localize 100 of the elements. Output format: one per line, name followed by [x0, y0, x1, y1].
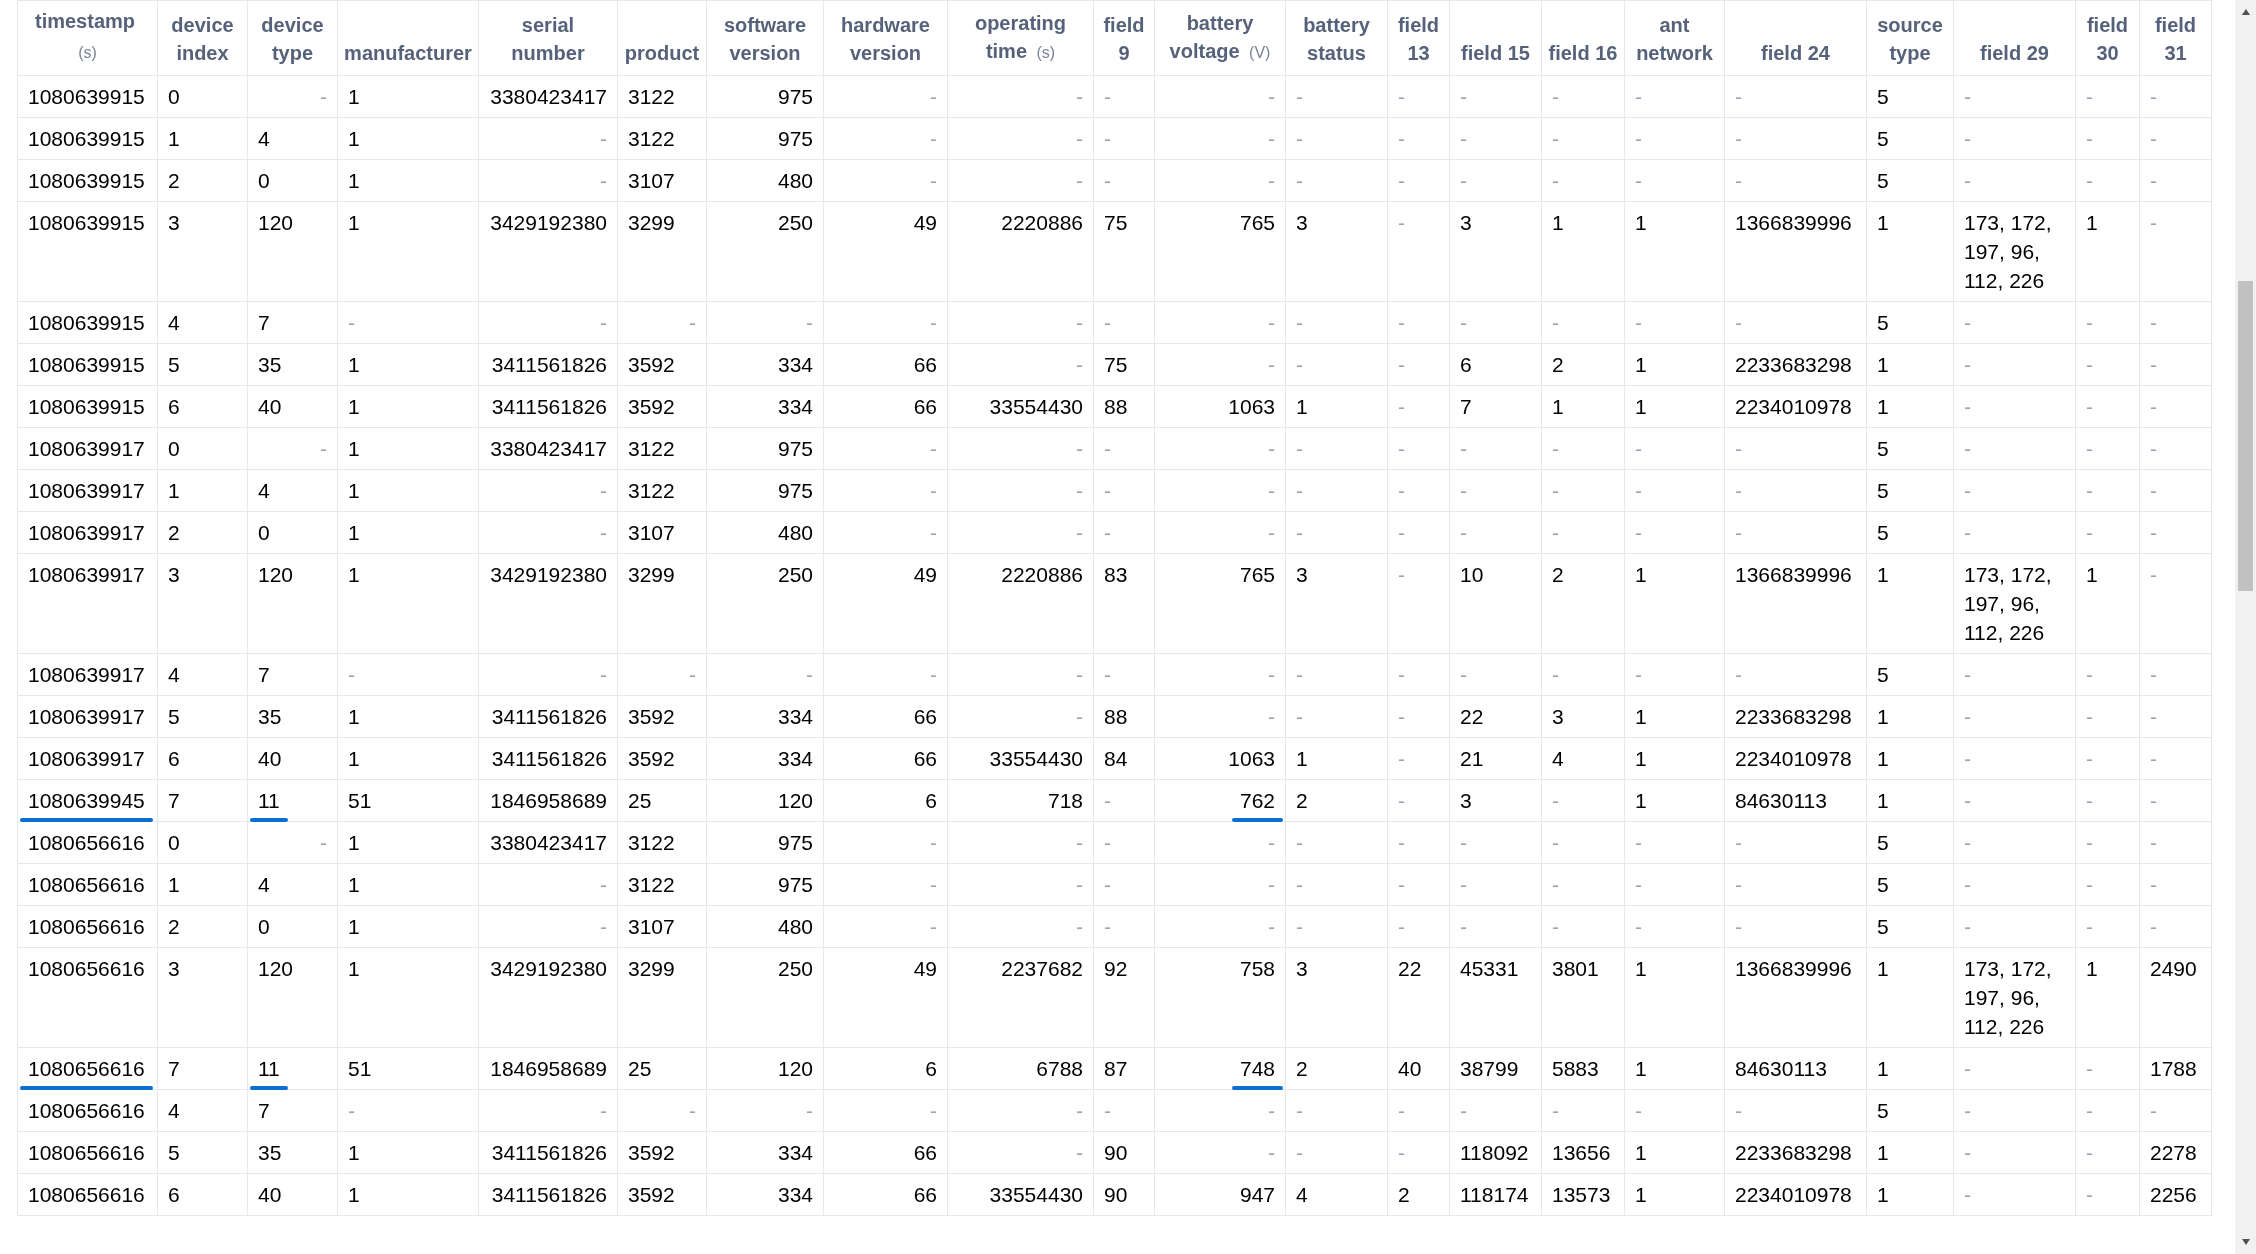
table-cell: 88	[1104, 395, 1128, 418]
table-cell: -	[1552, 127, 1559, 150]
table-cell: -	[2150, 437, 2157, 460]
table-cell: 1	[2086, 957, 2098, 980]
table-cell: -	[930, 663, 937, 686]
table-cell: 975	[777, 831, 813, 854]
table-cell: -	[2086, 169, 2093, 192]
table-cell: -	[1460, 521, 1467, 544]
table-cell: 975	[777, 437, 813, 460]
table-cell: -	[1964, 395, 1971, 418]
table-cell: -	[930, 521, 937, 544]
table-cell: 120	[777, 1057, 813, 1080]
table-cell: 250	[777, 957, 813, 980]
table-cell: -	[1552, 85, 1559, 108]
table-cell: 0	[258, 521, 270, 544]
table-cell: -	[1635, 663, 1642, 686]
table-cell: -	[1296, 521, 1303, 544]
table-cell: -	[1398, 831, 1405, 854]
table-cell: 3122	[628, 127, 675, 150]
table-cell: 6	[168, 395, 180, 418]
table-cell: 38799	[1460, 1057, 1519, 1080]
table-cell: 5	[1877, 915, 1889, 938]
table-cell: 173, 172, 197, 96, 112, 226	[1964, 211, 2052, 292]
table-cell: 1063	[1228, 747, 1275, 770]
table-cell: 3429192380	[490, 211, 607, 234]
table-cell: -	[2150, 169, 2157, 192]
table-cell: -	[2086, 479, 2093, 502]
table-cell: 120	[777, 789, 813, 812]
table-cell: -	[1296, 437, 1303, 460]
table-cell: 0	[168, 85, 180, 108]
table-cell: -	[1398, 211, 1405, 234]
table-cell: 1	[348, 395, 360, 418]
table-cell: -	[1964, 437, 1971, 460]
table-cell: 5	[1877, 1099, 1889, 1122]
table-cell: -	[1964, 1099, 1971, 1122]
table-cell: -	[320, 85, 327, 108]
table-cell: 1366839996	[1735, 211, 1852, 234]
table-cell: -	[1964, 311, 1971, 334]
table-cell: -	[1076, 873, 1083, 896]
table-cell: 7	[168, 789, 180, 812]
table-cell: -	[1268, 873, 1275, 896]
table-cell: -	[1964, 169, 1971, 192]
table-cell: 2220886	[1001, 211, 1083, 234]
table-cell: -	[1735, 85, 1742, 108]
table-cell: 3592	[628, 1141, 675, 1164]
table-cell: 66	[913, 353, 937, 376]
table-cell: 334	[777, 353, 813, 376]
table-cell: -	[600, 311, 607, 334]
table-cell: 4	[1552, 747, 1564, 770]
table-cell: 3380423417	[490, 437, 607, 460]
table-cell: 1	[1877, 1183, 1889, 1206]
table-cell: 1846958689	[490, 789, 607, 812]
table-cell: 2	[168, 915, 180, 938]
table-cell: -	[1964, 747, 1971, 770]
table-cell: 1080639917	[28, 663, 145, 686]
table-cell: 5	[1877, 873, 1889, 896]
table-cell: -	[2086, 1141, 2093, 1164]
table-cell: 1	[348, 1183, 360, 1206]
table-cell: -	[1635, 479, 1642, 502]
table-cell: -	[806, 1099, 813, 1122]
table-cell: -	[1552, 521, 1559, 544]
table-cell: 480	[777, 521, 813, 544]
table-cell: -	[1104, 1099, 1111, 1122]
table-cell: 1	[348, 437, 360, 460]
table-cell: -	[1460, 127, 1467, 150]
table-cell: -	[1268, 127, 1275, 150]
table-cell: 1080656616	[28, 1057, 145, 1080]
table-cell: 1	[1877, 747, 1889, 770]
table-cell: -	[930, 479, 937, 502]
table-cell: -	[1964, 521, 1971, 544]
table-cell: -	[1735, 873, 1742, 896]
table-cell: -	[1635, 127, 1642, 150]
table-cell: 66	[913, 395, 937, 418]
table-cell: -	[1076, 127, 1083, 150]
scroll-down-icon[interactable]	[2240, 1238, 2251, 1246]
table-cell: 3122	[628, 85, 675, 108]
table-cell: 0	[258, 169, 270, 192]
table-cell: -	[1104, 663, 1111, 686]
table-cell: 22	[1398, 957, 1422, 980]
scrollbar-thumb[interactable]	[2238, 281, 2253, 591]
table-cell: -	[1735, 831, 1742, 854]
table-cell: -	[1076, 705, 1083, 728]
scrollbar[interactable]	[2235, 0, 2256, 1254]
table-cell: -	[1268, 353, 1275, 376]
scroll-up-icon[interactable]	[2240, 8, 2251, 16]
table-cell: -	[1268, 1141, 1275, 1164]
table-cell: -	[1398, 437, 1405, 460]
table-cell: 1	[1635, 747, 1647, 770]
table-cell: 1080656616	[28, 915, 145, 938]
table-cell: -	[1635, 831, 1642, 854]
table-cell: 49	[913, 211, 937, 234]
table-cell: -	[2150, 831, 2157, 854]
table-cell: -	[1104, 789, 1111, 812]
table-cell: 1	[1877, 211, 1889, 234]
table-cell: 11	[258, 1057, 280, 1080]
table-cell: 3411561826	[491, 1141, 607, 1164]
table-cell: 6	[925, 1057, 937, 1080]
table-cell: 3411561826	[491, 1183, 607, 1206]
table-cell: -	[1735, 169, 1742, 192]
table-cell: 1	[348, 563, 360, 586]
